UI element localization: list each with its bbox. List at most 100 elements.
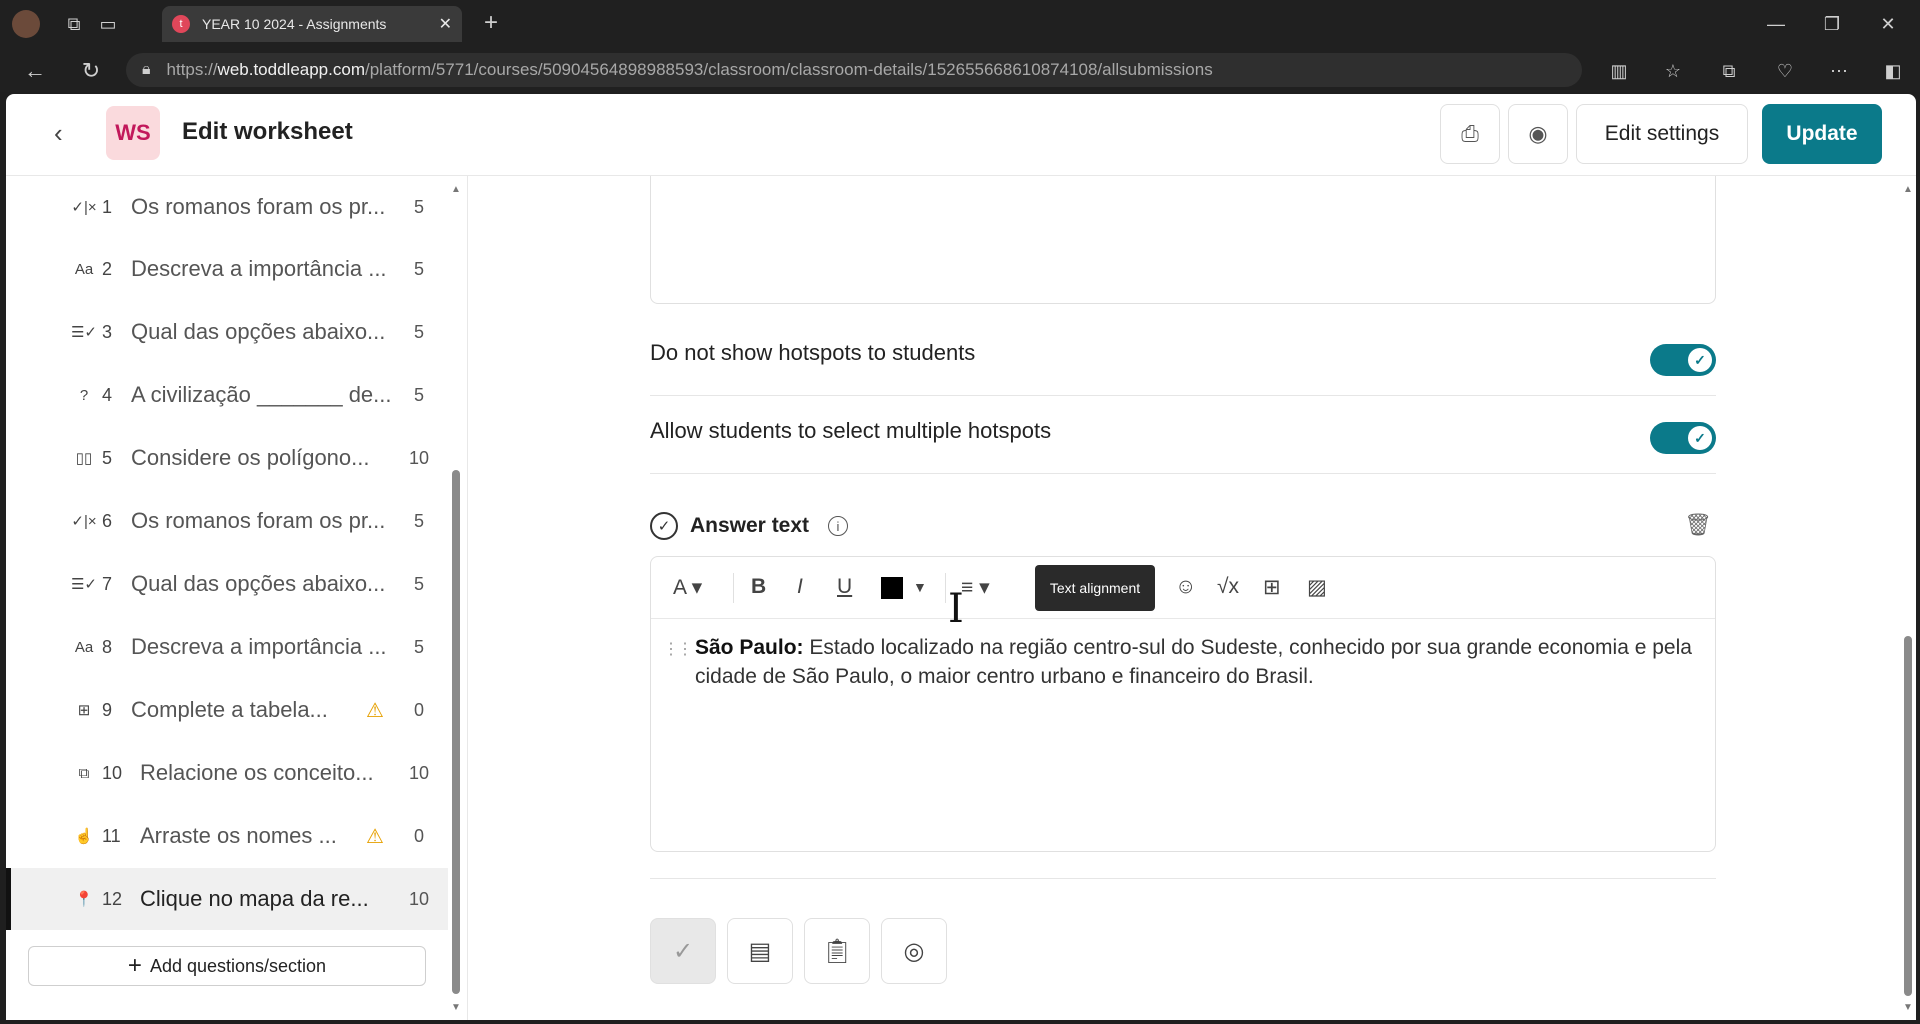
chevron-down-icon[interactable]: ▼ — [913, 579, 927, 595]
question-item-2[interactable]: Aa 2 Descreva a importância ... 5 — [6, 238, 448, 300]
true-false-icon: ✓|× — [71, 199, 97, 216]
bold-icon[interactable]: B — [751, 575, 766, 599]
warning-icon: ⚠ — [366, 699, 384, 722]
main-editor-area: Do not show hotspots to students ✓ Allow… — [468, 176, 1916, 1020]
text-alignment-tooltip: Text alignment — [1035, 565, 1155, 611]
check-icon: ✓ — [1688, 426, 1712, 450]
question-text: Descreva a importância ... — [131, 634, 387, 659]
new-tab-icon[interactable]: + — [478, 9, 504, 36]
scroll-up-arrow-icon[interactable]: ▲ — [451, 184, 461, 195]
text-color-swatch[interactable] — [881, 577, 903, 599]
question-item-10[interactable]: ⧉ 10 Relacione os conceito... 10 — [6, 742, 448, 804]
question-item-8[interactable]: Aa 8 Descreva a importância ... 5 — [6, 616, 448, 678]
text-cursor-icon: I — [948, 586, 964, 632]
refresh-icon[interactable]: ↻ — [78, 58, 104, 84]
drag-hand-icon: ☝ — [74, 828, 94, 845]
sidebar-scrollbar[interactable] — [452, 470, 460, 994]
address-bar[interactable]: 🔒︎ https://web.toddleapp.com/platform/57… — [126, 53, 1582, 87]
print-button[interactable]: ⎙ — [1440, 104, 1500, 164]
main-scrollbar[interactable] — [1904, 636, 1912, 996]
font-size-icon[interactable]: A ▾ — [673, 575, 702, 600]
favorites-icon[interactable]: ☆ — [1660, 58, 1686, 84]
profile-avatar-icon[interactable] — [12, 10, 40, 38]
hide-hotspots-toggle[interactable]: ✓ — [1650, 344, 1716, 376]
edit-settings-button[interactable]: Edit settings — [1576, 104, 1748, 164]
question-text: Considere os polígono... — [131, 445, 370, 470]
align-left-icon[interactable]: ≡ ▾ — [961, 575, 990, 600]
text-answer-icon: Aa — [74, 638, 94, 656]
back-icon[interactable]: ← — [22, 58, 48, 84]
question-item-5[interactable]: ▯▯ 5 Considere os polígono... 10 — [6, 427, 448, 489]
question-text: Os romanos foram os pr... — [131, 508, 386, 533]
table-icon[interactable]: ⊞ — [1263, 575, 1281, 600]
question-text: A civilização _______ de... — [131, 382, 392, 407]
fill-blank-icon: ? — [79, 386, 89, 404]
minimize-icon[interactable]: — — [1764, 12, 1788, 36]
question-item-7[interactable]: ☰✓ 7 Qual das opções abaixo... 5 — [6, 553, 448, 615]
answer-key-button[interactable]: ✓ — [650, 918, 716, 984]
collections-icon[interactable]: ⧉ — [1716, 58, 1742, 84]
rubric-button[interactable]: 📋︎ — [804, 918, 870, 984]
back-chevron-icon[interactable]: ‹ — [54, 118, 63, 149]
question-number: 9 — [102, 699, 113, 720]
italic-icon[interactable]: I — [797, 575, 803, 599]
question-number: 11 — [102, 825, 121, 846]
workspaces-icon[interactable]: ⧉ — [62, 12, 86, 36]
question-text: Relacione os conceito... — [140, 760, 374, 785]
notes-icon: ▤ — [748, 937, 772, 965]
question-item-6[interactable]: ✓|× 6 Os romanos foram os pr... 5 — [6, 490, 448, 552]
close-window-icon[interactable]: ✕ — [1876, 12, 1900, 36]
question-score: 5 — [413, 196, 424, 217]
sidebar-toggle-icon[interactable]: ◧ — [1880, 58, 1906, 84]
underline-icon[interactable]: U — [837, 575, 852, 599]
equation-icon[interactable]: √x — [1217, 575, 1239, 599]
main-scroll-up-icon[interactable]: ▲ — [1903, 184, 1913, 195]
tab-close-icon[interactable]: ✕ — [439, 14, 452, 34]
question-item-11[interactable]: ☝ 11 Arraste os nomes ... ⚠ 0 — [6, 805, 448, 867]
add-questions-label: Add questions/section — [149, 955, 327, 976]
split-screen-icon[interactable]: ▥ — [1606, 58, 1632, 84]
info-icon[interactable]: i — [828, 516, 848, 536]
question-item-4[interactable]: ? 4 A civilização _______ de... 5 — [6, 364, 448, 426]
scroll-down-arrow-icon[interactable]: ▼ — [451, 1002, 461, 1013]
answer-bold-text: São Paulo: — [695, 636, 804, 659]
more-menu-icon[interactable]: ⋯ — [1826, 58, 1852, 84]
text-answer-icon: Aa — [74, 260, 94, 278]
question-item-12[interactable]: 📍 12 Clique no mapa da re... 10 — [6, 868, 448, 930]
notes-button[interactable]: ▤ — [727, 918, 793, 984]
multiple-hotspots-toggle[interactable]: ✓ — [1650, 422, 1716, 454]
question-number: 2 — [102, 258, 113, 279]
answer-text-content[interactable]: São Paulo: Estado localizado na região c… — [695, 633, 1695, 691]
image-icon[interactable]: ▨ — [1307, 575, 1327, 600]
polygon-icon: ▯▯ — [75, 450, 93, 467]
add-questions-button[interactable]: + Add questions/section — [28, 946, 426, 986]
answer-text-header: ✓ Answer text i 🗑︎ — [650, 508, 1716, 548]
toolbar-divider — [733, 573, 734, 603]
target-button[interactable]: ◎ — [881, 918, 947, 984]
hide-hotspots-label: Do not show hotspots to students — [650, 340, 976, 365]
question-score: 5 — [413, 258, 424, 279]
answer-body-text: Estado localizado na região centro-sul d… — [695, 636, 1692, 688]
multiple-hotspots-row: Allow students to select multiple hotspo… — [650, 396, 1716, 474]
health-icon[interactable]: ♡ — [1772, 58, 1798, 84]
page-title: Edit worksheet — [182, 118, 353, 145]
drag-handle-icon[interactable]: ⋮⋮ — [663, 639, 693, 659]
update-button[interactable]: Update — [1762, 104, 1882, 164]
question-text: Qual das opções abaixo... — [131, 319, 386, 344]
worksheet-badge: WS — [106, 106, 160, 160]
answer-text-editor[interactable]: A ▾ B I U ▼ ≡ ▾ Text alignment ☺ √x ⊞ ▨ … — [650, 556, 1716, 852]
preview-button[interactable]: ◉ — [1508, 104, 1568, 164]
main-scroll-down-icon[interactable]: ▼ — [1903, 1002, 1913, 1013]
tab-actions-icon[interactable]: ▭ — [96, 12, 120, 36]
question-item-1[interactable]: ✓|× 1 Os romanos foram os pr... 5 — [6, 176, 448, 238]
section-divider — [650, 878, 1716, 879]
emoji-icon[interactable]: ☺ — [1175, 575, 1196, 599]
question-item-3[interactable]: ☰✓ 3 Qual das opções abaixo... 5 — [6, 301, 448, 363]
trash-icon[interactable]: 🗑︎ — [1684, 512, 1712, 538]
question-score: 10 — [408, 762, 430, 783]
question-item-9[interactable]: ⊞ 9 Complete a tabela... ⚠ 0 — [6, 679, 448, 741]
browser-tab[interactable]: t YEAR 10 2024 - Assignments ✕ — [162, 6, 462, 42]
restore-icon[interactable]: ❐ — [1820, 12, 1844, 36]
url-text: https://web.toddleapp.com/platform/5771/… — [166, 60, 1213, 79]
question-number: 12 — [102, 888, 123, 909]
